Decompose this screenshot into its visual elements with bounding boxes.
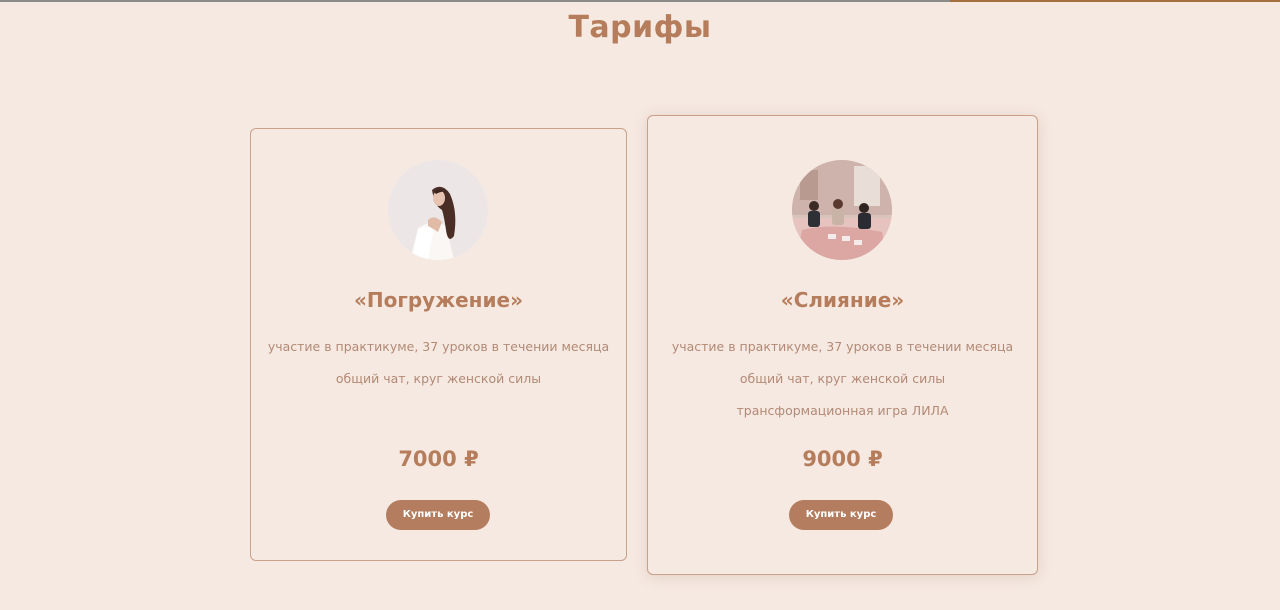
tariff-avatar-image xyxy=(388,160,488,260)
tariff-card-immersion: «Погружение» участие в практикуме, 37 ур… xyxy=(250,128,627,561)
tariff-feature-item: участие в практикуме, 37 уроков в течени… xyxy=(267,339,610,354)
tariff-feature-item: общий чат, круг женской силы xyxy=(739,371,946,386)
tariff-avatar-image xyxy=(792,160,892,260)
tariff-feature-item: общий чат, круг женской силы xyxy=(335,371,542,386)
tariff-card-fusion: «Слияние» участие в практикуме, 37 уроко… xyxy=(647,115,1038,575)
tariff-price: 9000 ₽ xyxy=(802,447,883,471)
tariff-features-list: участие в практикуме, 37 уроков в течени… xyxy=(251,331,626,395)
top-strip-accent-segment xyxy=(950,0,1280,2)
buy-course-button[interactable]: Купить курс xyxy=(386,500,490,530)
buy-course-button[interactable]: Купить курс xyxy=(789,500,893,530)
tariff-feature-item: трансформационная игра ЛИЛА xyxy=(736,403,949,418)
tariff-price: 7000 ₽ xyxy=(398,447,479,471)
tariff-title: «Слияние» xyxy=(780,288,905,312)
tariff-features-list: участие в практикуме, 37 уроков в течени… xyxy=(648,331,1037,427)
section-title: Тарифы xyxy=(568,10,712,45)
group-of-women-icon xyxy=(792,160,892,260)
tariff-feature-item: участие в практикуме, 37 уроков в течени… xyxy=(671,339,1014,354)
top-strip-segment xyxy=(0,0,950,2)
tariff-title: «Погружение» xyxy=(354,288,523,312)
woman-portrait-icon xyxy=(388,160,488,260)
top-progress-strip xyxy=(0,0,1280,2)
